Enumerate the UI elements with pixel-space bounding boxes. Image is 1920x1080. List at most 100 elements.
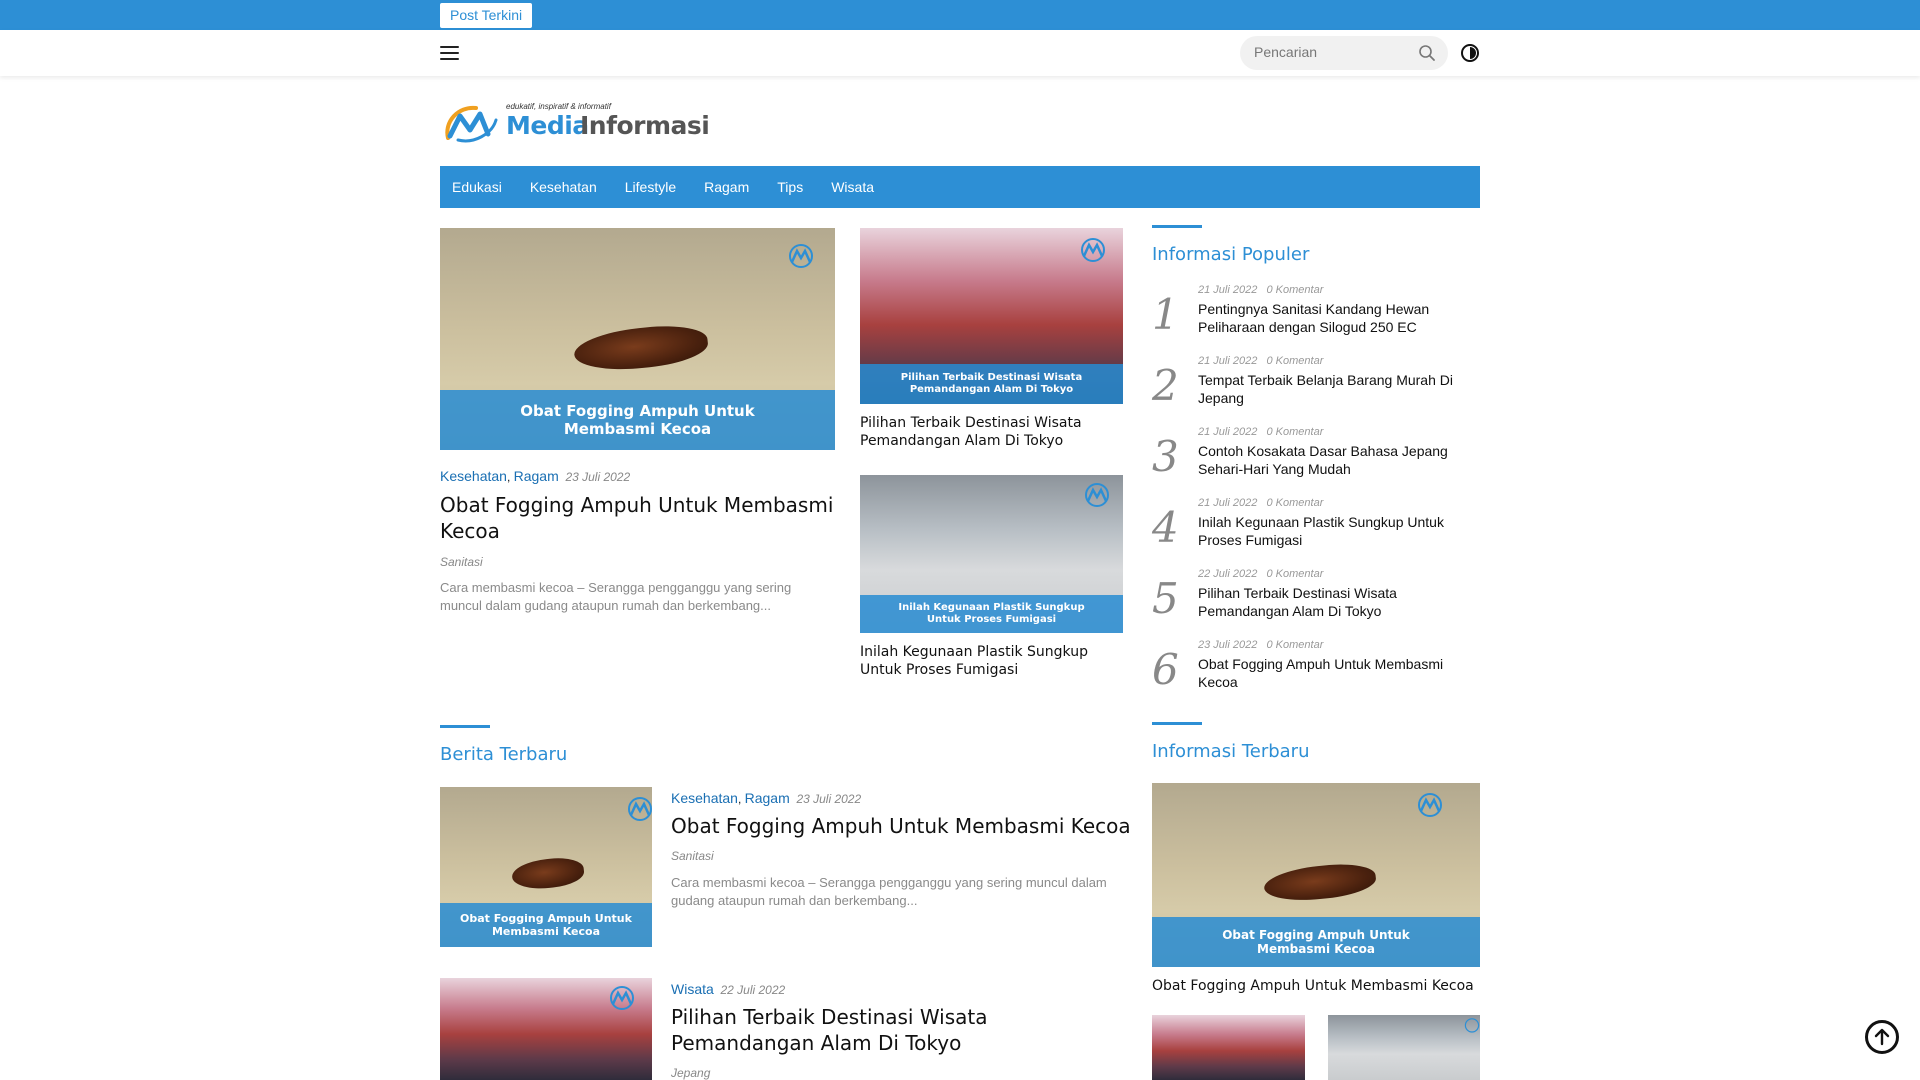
post-tag[interactable]: Sanitasi [440, 555, 483, 569]
featured-main-excerpt: Cara membasmi kecoa – Serangga penggangg… [440, 580, 792, 613]
section-accent-line [440, 725, 490, 728]
popular-rank: 3 [1152, 432, 1179, 481]
post-date: 21 Juli 2022 [1198, 284, 1258, 296]
popular-title[interactable]: Obat Fogging Ampuh Untuk Membasmi Kecoa [1198, 655, 1482, 691]
search-icon[interactable] [1418, 44, 1436, 62]
nav-item-kesehatan[interactable]: Kesehatan [530, 179, 597, 195]
search-box [1240, 36, 1448, 70]
cockroach-image [510, 855, 586, 892]
watermark-logo-icon [789, 244, 813, 268]
popular-item[interactable]: 2 21 Juli 2022 0 Komentar Tempat Terbaik… [1152, 355, 1482, 425]
image-banner: Obat Fogging Ampuh Untuk Membasmi Kecoa [440, 903, 652, 947]
popular-meta: 22 Juli 2022 0 Komentar [1198, 568, 1323, 580]
popular-rank: 2 [1152, 361, 1179, 410]
popular-rank: 6 [1152, 645, 1179, 694]
image-banner: Pilihan Terbaik Destinasi Wisata Pemanda… [860, 364, 1123, 404]
berita-meta: Wisata 22 Juli 2022 [671, 981, 785, 997]
berita-image[interactable] [440, 978, 652, 1080]
terbaru-thumb-image[interactable] [1328, 1015, 1480, 1080]
popular-title[interactable]: Inilah Kegunaan Plastik Sungkup Untuk Pr… [1198, 513, 1482, 549]
image-banner-line: Obat Fogging Ampuh Untuk [1222, 927, 1410, 942]
section-title-berita: Berita Terbaru [440, 744, 568, 765]
featured-side-image[interactable]: Pilihan Terbaik Destinasi Wisata Pemanda… [860, 228, 1123, 404]
category-link[interactable]: Ragam [514, 468, 559, 484]
comment-count: 0 Komentar [1266, 568, 1324, 580]
post-terkini-badge[interactable]: Post Terkini [440, 3, 533, 28]
cockroach-image [1262, 860, 1377, 905]
featured-main-title[interactable]: Obat Fogging Ampuh Untuk Membasmi Kecoa [440, 492, 835, 544]
post-tag[interactable]: Jepang [671, 1066, 710, 1080]
image-banner-line: Obat Fogging Ampuh Untuk [520, 402, 755, 420]
main-nav: Edukasi Kesehatan Lifestyle Ragam Tips W… [440, 166, 1480, 208]
featured-side-title[interactable]: Inilah Kegunaan Plastik Sungkup Untuk Pr… [860, 643, 1123, 679]
watermark-logo-icon [1464, 1018, 1480, 1033]
section-title-populer: Informasi Populer [1152, 244, 1310, 265]
logo-word-media: Media [506, 111, 589, 140]
section-accent-line [1152, 722, 1202, 725]
category-link[interactable]: Kesehatan [671, 790, 738, 806]
back-to-top-button[interactable] [1865, 1020, 1899, 1054]
popular-item[interactable]: 6 23 Juli 2022 0 Komentar Obat Fogging A… [1152, 639, 1482, 709]
popular-item[interactable]: 3 21 Juli 2022 0 Komentar Contoh Kosakat… [1152, 426, 1482, 496]
category-link[interactable]: Kesehatan [440, 468, 507, 484]
comment-count: 0 Komentar [1266, 355, 1324, 367]
post-date: 23 Juli 2022 [1198, 639, 1258, 651]
popular-item[interactable]: 5 22 Juli 2022 0 Komentar Pilihan Terbai… [1152, 568, 1482, 638]
category-link[interactable]: Wisata [671, 981, 714, 997]
terbaru-main-image[interactable]: Obat Fogging Ampuh Untuk Membasmi Kecoa [1152, 783, 1480, 967]
nav-item-lifestyle[interactable]: Lifestyle [625, 179, 676, 195]
terbaru-main-title[interactable]: Obat Fogging Ampuh Untuk Membasmi Kecoa [1152, 977, 1480, 995]
featured-main-image[interactable]: Obat Fogging Ampuh Untuk Membasmi Kecoa [440, 228, 835, 450]
image-banner-line: Obat Fogging Ampuh Untuk [460, 911, 632, 925]
image-banner: Obat Fogging Ampuh Untuk Membasmi Kecoa [440, 390, 835, 450]
terbaru-thumb-image[interactable] [1152, 1015, 1305, 1080]
post-date: 22 Juli 2022 [720, 983, 786, 997]
berita-image[interactable]: Obat Fogging Ampuh Untuk Membasmi Kecoa [440, 787, 652, 947]
arrow-up-icon [1874, 1028, 1890, 1046]
top-bar: Post Terkini [0, 0, 1920, 30]
search-input[interactable] [1254, 44, 1414, 60]
berita-title[interactable]: Obat Fogging Ampuh Untuk Membasmi Kecoa [671, 813, 1131, 839]
popular-item[interactable]: 1 21 Juli 2022 0 Komentar Pentingnya San… [1152, 284, 1482, 354]
nav-item-ragam[interactable]: Ragam [704, 179, 749, 195]
logo-tagline: edukatif, inspiratif & informatif [506, 102, 611, 111]
post-date: 21 Juli 2022 [1198, 426, 1258, 438]
image-banner-line: Membasmi Kecoa [491, 925, 601, 938]
nav-item-edukasi[interactable]: Edukasi [452, 179, 502, 195]
category-link[interactable]: Ragam [745, 790, 790, 806]
image-banner-line: Pilihan Terbaik Destinasi Wisata [900, 372, 1083, 383]
post-date: 23 Juli 2022 [565, 470, 631, 484]
watermark-logo-icon [1081, 238, 1105, 262]
post-tag[interactable]: Sanitasi [671, 849, 714, 863]
nav-item-wisata[interactable]: Wisata [831, 179, 874, 195]
nav-item-tips[interactable]: Tips [777, 179, 803, 195]
popular-meta: 23 Juli 2022 0 Komentar [1198, 639, 1323, 651]
menu-icon[interactable] [440, 46, 459, 60]
dark-mode-toggle-icon[interactable] [1460, 43, 1480, 63]
post-date: 21 Juli 2022 [1198, 497, 1258, 509]
popular-meta: 21 Juli 2022 0 Komentar [1198, 497, 1323, 509]
post-date: 22 Juli 2022 [1198, 568, 1258, 580]
berita-title[interactable]: Pilihan Terbaik Destinasi Wisata Pemanda… [671, 1004, 1131, 1056]
post-date: 23 Juli 2022 [796, 792, 862, 806]
popular-meta: 21 Juli 2022 0 Komentar [1198, 355, 1323, 367]
comment-count: 0 Komentar [1266, 497, 1324, 509]
popular-item[interactable]: 4 21 Juli 2022 0 Komentar Inilah Kegunaa… [1152, 497, 1482, 567]
popular-title[interactable]: Pilihan Terbaik Destinasi Wisata Pemanda… [1198, 584, 1482, 620]
image-banner-line: Membasmi Kecoa [1257, 942, 1375, 956]
featured-main-meta: Kesehatan, Ragam 23 Juli 2022 [440, 468, 631, 484]
featured-side-title[interactable]: Pilihan Terbaik Destinasi Wisata Pemanda… [860, 414, 1123, 450]
berita-excerpt: Cara membasmi kecoa – Serangga penggangg… [671, 875, 1107, 908]
popular-title[interactable]: Contoh Kosakata Dasar Bahasa Jepang Seha… [1198, 442, 1482, 478]
image-banner-line: Pemandangan Alam Di Tokyo [909, 384, 1074, 395]
site-logo[interactable]: edukatif, inspiratif & informatif Media … [440, 98, 710, 146]
popular-title[interactable]: Pentingnya Sanitasi Kandang Hewan Peliha… [1198, 300, 1482, 336]
popular-title[interactable]: Tempat Terbaik Belanja Barang Murah Di J… [1198, 371, 1482, 407]
popular-rank: 5 [1152, 574, 1179, 623]
section-title-terbaru: Informasi Terbaru [1152, 741, 1310, 762]
logo-word-informasi: Informasi [580, 111, 710, 140]
watermark-logo-icon [1418, 793, 1442, 817]
comment-count: 0 Komentar [1266, 426, 1324, 438]
featured-side-image[interactable]: Inilah Kegunaan Plastik Sungkup Untuk Pr… [860, 475, 1123, 633]
post-date: 21 Juli 2022 [1198, 355, 1258, 367]
